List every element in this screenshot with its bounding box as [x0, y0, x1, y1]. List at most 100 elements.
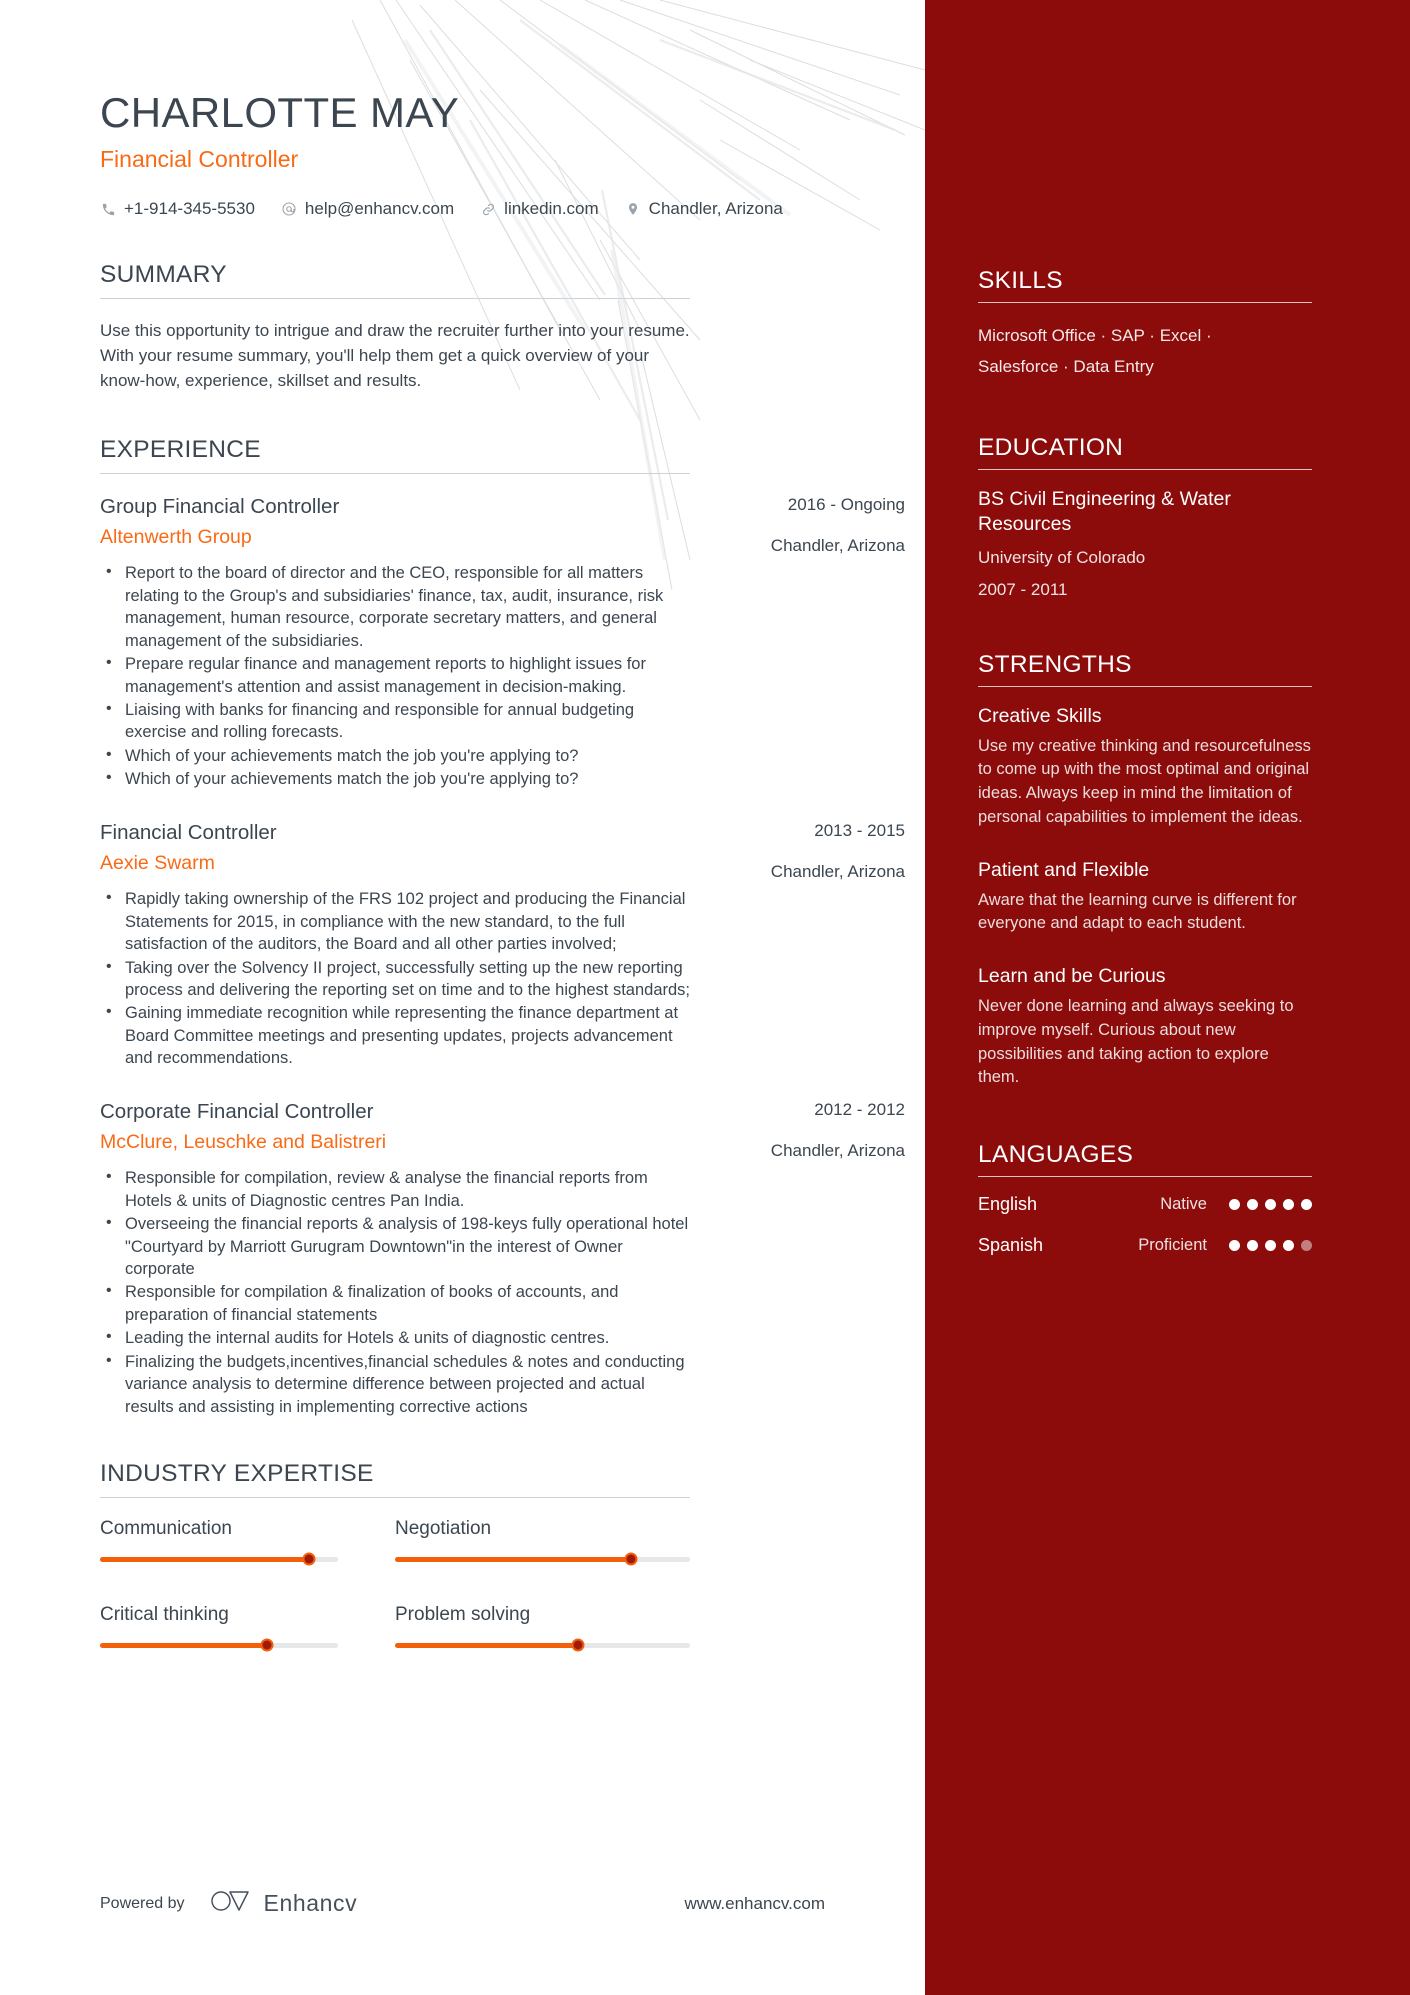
resume-page: SKILLS Microsoft Office · SAP · Excel · … [0, 0, 1410, 1995]
experience-bullet: Which of your achievements match the job… [100, 767, 690, 790]
experience-title: EXPERIENCE [100, 435, 261, 463]
experience-bullet: Responsible for compilation, review & an… [100, 1166, 690, 1212]
enhancv-brand[interactable]: Enhancv [210, 1888, 358, 1919]
experience-company: McClure, Leuschke and Balistreri [100, 1131, 387, 1154]
section-summary: SUMMARY Use this opportunity to intrigue… [100, 261, 925, 394]
experience-role: Financial Controller [100, 820, 277, 844]
sidebar-section-strengths: STRENGTHS Creative Skills Use my creativ… [978, 651, 1312, 1090]
language-name: Spanish [978, 1235, 1044, 1256]
skills-line: Microsoft Office · SAP · Excel · [978, 325, 1212, 345]
contact-email[interactable]: help@enhancv.com [281, 199, 454, 219]
expertise-slider: Communication [100, 1517, 395, 1566]
sidebar-section-languages: LANGUAGES English Native Spanish Profici… [978, 1141, 1312, 1256]
strength-description: Aware that the learning curve is differe… [978, 890, 1297, 933]
expertise-slider-knob[interactable] [302, 1552, 316, 1566]
contact-linkedin[interactable]: linkedin.com [480, 199, 599, 219]
experience-role: Corporate Financial Controller [100, 1099, 374, 1123]
experience-company: Aexie Swarm [100, 852, 215, 875]
summary-divider [100, 297, 690, 299]
experience-date: 2016 - Ongoing [787, 494, 905, 514]
powered-by-label: Powered by [100, 1894, 185, 1912]
skills-line: Salesforce · Data Entry [978, 357, 1154, 377]
rating-dot-filled [1229, 1199, 1240, 1211]
experience-bullets: Responsible for compilation, review & an… [100, 1166, 690, 1418]
expertise-slider: Critical thinking [100, 1604, 395, 1652]
experience-location: Chandler, Arizona [770, 861, 905, 881]
skills-title: SKILLS [978, 267, 1063, 294]
location-pin-icon [625, 201, 642, 218]
experience-item: Financial Controller Aexie Swarm 2013 - … [100, 820, 905, 1070]
website-url[interactable]: www.enhancv.com [685, 1894, 825, 1914]
education-date: 2007 - 2011 [978, 580, 1068, 600]
language-row: English Native [978, 1194, 1312, 1215]
expertise-slider-track[interactable] [395, 1552, 690, 1566]
summary-title: SUMMARY [100, 261, 227, 288]
language-level: Proficient [1138, 1236, 1207, 1255]
enhancv-brand-name: Enhancv [263, 1890, 358, 1916]
strength-item: Learn and be Curious Never done learning… [978, 964, 1312, 1090]
expertise-slider-fill [100, 1556, 310, 1562]
rating-dot-filled [1283, 1199, 1294, 1211]
contact-phone-text: +1-914-345-5530 [124, 199, 255, 218]
expertise-slider-knob[interactable] [571, 1638, 585, 1652]
expertise-slider-label: Communication [100, 1517, 232, 1539]
expertise-slider: Problem solving [395, 1603, 690, 1652]
contact-location[interactable]: Chandler, Arizona [625, 199, 783, 219]
language-rating-dots [1229, 1240, 1312, 1252]
experience-bullet: Report to the board of director and the … [100, 561, 690, 652]
expertise-slider-label: Problem solving [395, 1603, 531, 1625]
experience-bullet: Responsible for compilation & finalizati… [100, 1280, 690, 1326]
expertise-slider-label: Negotiation [395, 1517, 492, 1539]
experience-divider [100, 472, 690, 474]
sidebar: SKILLS Microsoft Office · SAP · Excel · … [925, 0, 1410, 1995]
experience-date: 2013 - 2015 [814, 820, 905, 840]
strengths-title: STRENGTHS [978, 651, 1132, 679]
experience-bullet: Rapidly taking ownership of the FRS 102 … [100, 887, 690, 955]
expertise-slider-track[interactable] [100, 1638, 338, 1652]
experience-bullet: Gaining immediate recognition while repr… [100, 1001, 690, 1069]
link-icon [480, 201, 497, 218]
language-level: Native [1160, 1195, 1207, 1214]
strength-description: Never done learning and always seeking t… [978, 996, 1294, 1087]
expertise-slider-fill [395, 1556, 631, 1562]
expertise-slider-fill [100, 1642, 267, 1648]
contact-row: +1-914-345-5530 help@enhancv.com linkedi… [100, 199, 925, 219]
experience-bullet: Overseeing the financial reports & analy… [100, 1212, 690, 1280]
contact-email-text: help@enhancv.com [304, 199, 455, 218]
education-school: University of Colorado [978, 548, 1146, 568]
rating-dot-filled [1229, 1240, 1240, 1252]
experience-item: Corporate Financial Controller McClure, … [100, 1099, 905, 1418]
rating-dot-filled [1301, 1199, 1312, 1211]
strength-description: Use my creative thinking and resourceful… [978, 736, 1311, 827]
experience-bullet: Finalizing the budgets,incentives,financ… [100, 1350, 690, 1418]
contact-phone[interactable]: +1-914-345-5530 [100, 199, 255, 219]
language-rating-dots [1229, 1199, 1312, 1211]
enhancv-logo-icon [210, 1888, 254, 1919]
skills-divider [978, 301, 1312, 303]
education-divider [978, 468, 1312, 470]
main-column: CHARLOTTE MAY Financial Controller +1-91… [0, 0, 925, 1690]
education-degree: BS Civil Engineering & Water Resources [978, 487, 1231, 536]
rating-dot-filled [1283, 1240, 1294, 1252]
experience-role: Group Financial Controller [100, 494, 340, 518]
sidebar-section-education: EDUCATION BS Civil Engineering & Water R… [978, 434, 1312, 600]
rating-dot-filled [1265, 1199, 1276, 1211]
strength-name: Patient and Flexible [978, 859, 1150, 882]
experience-bullet: Taking over the Solvency II project, suc… [100, 956, 690, 1002]
expertise-slider-knob[interactable] [260, 1638, 274, 1652]
industry-expertise-title: INDUSTRY EXPERTISE [100, 1460, 374, 1488]
language-name: English [978, 1194, 1038, 1215]
industry-expertise-divider [100, 1496, 690, 1498]
experience-bullet: Which of your achievements match the job… [100, 744, 690, 767]
experience-date: 2012 - 2012 [814, 1099, 905, 1119]
languages-title: LANGUAGES [978, 1141, 1134, 1169]
candidate-job-title: Financial Controller [100, 146, 299, 172]
expertise-slider-track[interactable] [100, 1552, 338, 1566]
phone-icon [100, 201, 117, 218]
expertise-slider-track[interactable] [395, 1638, 690, 1652]
expertise-slider-knob[interactable] [624, 1552, 638, 1566]
section-experience: EXPERIENCE Group Financial Controller Al… [100, 435, 925, 1418]
strength-name: Learn and be Curious [978, 965, 1166, 988]
experience-bullet: Leading the internal audits for Hotels &… [100, 1326, 690, 1349]
experience-bullets: Rapidly taking ownership of the FRS 102 … [100, 887, 690, 1070]
